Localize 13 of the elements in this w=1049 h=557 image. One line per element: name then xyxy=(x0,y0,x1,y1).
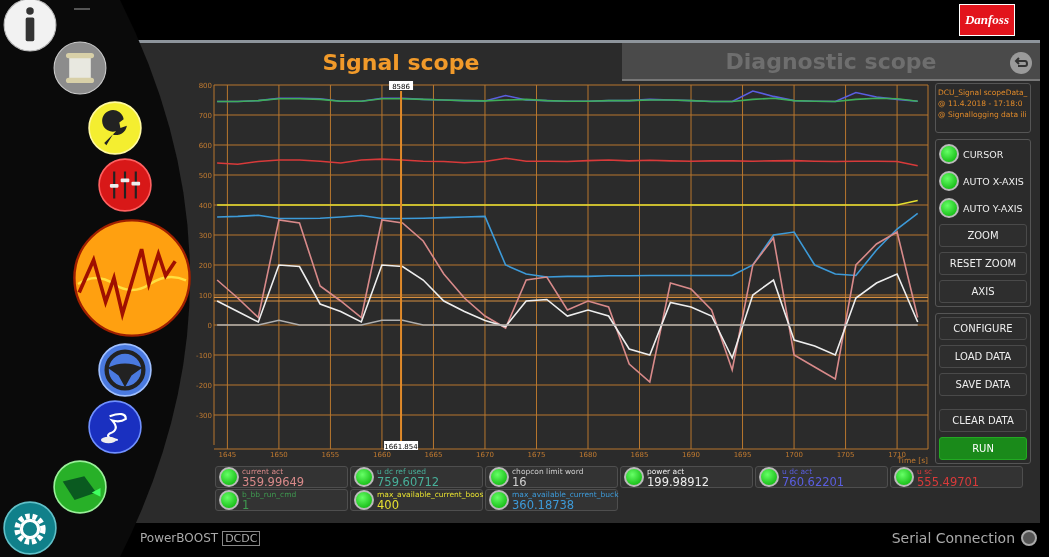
signal-value: 760.62201 xyxy=(782,475,845,488)
signal-value: 360.18738 xyxy=(512,498,575,511)
signal-value: 759.60712 xyxy=(377,475,440,488)
signal-value: 1 xyxy=(242,498,250,511)
signal-value: 555.49701 xyxy=(917,475,980,488)
product-name: PowerBOOST xyxy=(140,531,219,545)
connection-label: Serial Connection xyxy=(891,530,1015,546)
brand-logo: Danfoss xyxy=(958,4,1015,36)
signal-value: 400 xyxy=(377,498,399,511)
signal-value: 16 xyxy=(512,475,527,488)
signal-value: 359.99649 xyxy=(242,475,305,488)
signal-value: 199.98912 xyxy=(647,475,710,488)
mode-label: DCDC xyxy=(222,530,261,546)
